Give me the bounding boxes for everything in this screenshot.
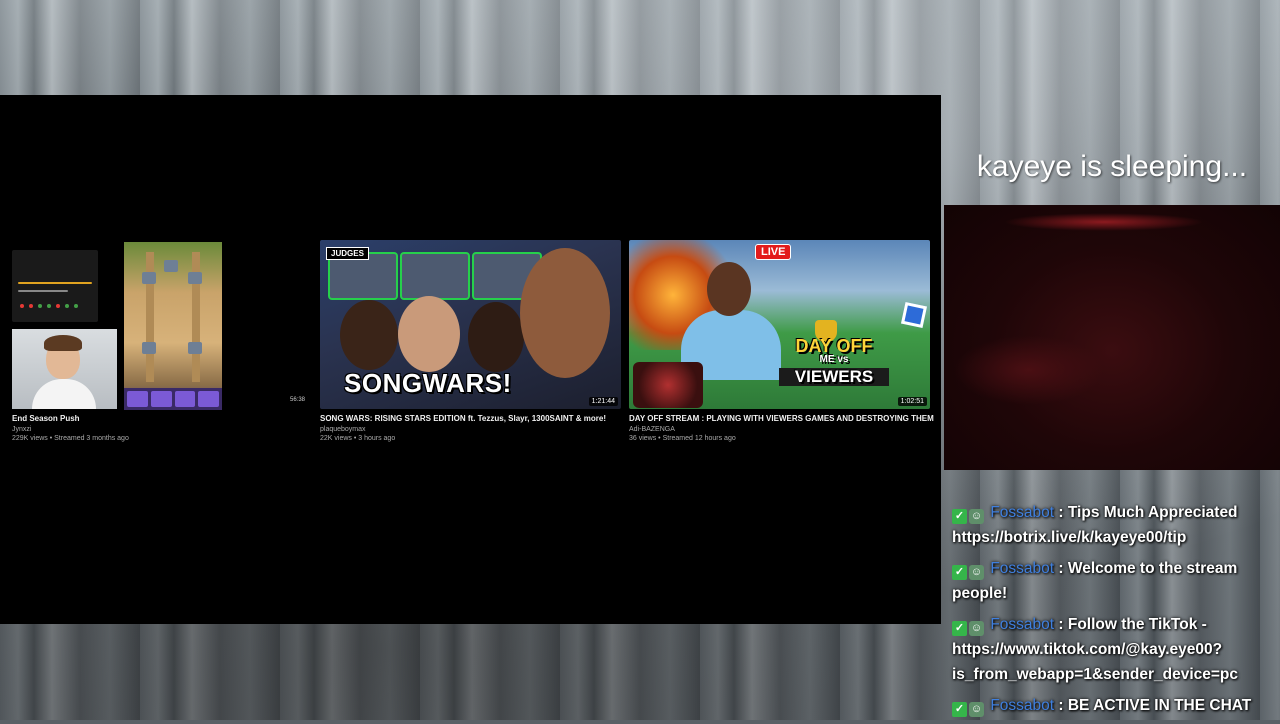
video-panel: 56:38 End Season Push Jynxzi 229K views … — [0, 95, 941, 624]
video-meta: 36 views • Streamed 12 hours ago — [629, 435, 736, 442]
bot-icon: ☺ — [969, 702, 984, 717]
chat-username[interactable]: Fossabot — [990, 504, 1054, 521]
webcam-feed — [944, 205, 1280, 470]
dayoff-text: DAY OFF — [795, 336, 873, 356]
mod-icon: ✓ — [952, 565, 967, 580]
video-thumbnail-3[interactable]: LIVE DAY OFF ME vs VIEWERS 1:02:51 — [629, 240, 930, 409]
mod-icon: ✓ — [952, 621, 967, 636]
game-screenshot — [124, 242, 222, 410]
chat-text: : BE ACTIVE IN THE CHAT — [1058, 697, 1252, 714]
video-meta: 229K views • Streamed 3 months ago — [12, 435, 129, 442]
chat-message: ✓ ☺ Fossabot : Welcome to the stream peop… — [952, 556, 1274, 606]
video-meta: 22K views • 3 hours ago — [320, 435, 396, 442]
streamer-facecam — [12, 329, 117, 409]
live-badge: LIVE — [755, 244, 792, 260]
video-duration: 1:02:51 — [897, 397, 927, 406]
chat-username[interactable]: Fossabot — [990, 616, 1054, 633]
channel-name[interactable]: Jynxzi — [12, 426, 31, 433]
channel-name[interactable]: plaqueboymax — [320, 426, 366, 433]
chat-message: ✓ ☺ Fossabot : Follow the TikTok - https:… — [952, 612, 1274, 687]
video-duration: 1:21:44 — [588, 397, 618, 406]
video-thumbnail-1[interactable] — [12, 242, 222, 410]
chat-message: ✓ ☺ Fossabot : Tips Much Appreciated http… — [952, 500, 1274, 550]
judges-label: JUDGES — [326, 247, 369, 260]
chat-username[interactable]: Fossabot — [990, 560, 1054, 577]
video-title[interactable]: SONG WARS: RISING STARS EDITION ft. Tezz… — [320, 414, 606, 423]
roblox-logo-icon — [900, 301, 928, 329]
video-title[interactable]: DAY OFF STREAM : PLAYING WITH VIEWERS GA… — [629, 414, 934, 423]
sleeping-status: kayeye is sleeping... — [976, 150, 1248, 183]
chat-username[interactable]: Fossabot — [990, 697, 1054, 714]
mod-icon: ✓ — [952, 702, 967, 717]
video-thumbnail-2[interactable]: JUDGES SONGWARS! 1:21:44 — [320, 240, 621, 409]
bot-icon: ☺ — [969, 565, 984, 580]
mod-icon: ✓ — [952, 509, 967, 524]
video-title[interactable]: End Season Push — [12, 414, 80, 423]
chat-message: ✓ ☺ Fossabot : BE ACTIVE IN THE CHAT — [952, 693, 1274, 718]
video-duration: 56:38 — [290, 397, 306, 403]
channel-name[interactable]: Adi-BAZENGA — [629, 426, 675, 433]
bot-icon: ☺ — [969, 509, 984, 524]
chat-overlay: ✓ ☺ Fossabot : Tips Much Appreciated http… — [952, 500, 1274, 724]
viewers-text: VIEWERS — [779, 368, 889, 386]
bot-icon: ☺ — [969, 621, 984, 636]
video-card-1[interactable]: 56:38 End Season Push Jynxzi 229K views … — [0, 95, 310, 455]
stats-overlay — [12, 250, 98, 322]
thumbnail-text: SONGWARS! — [344, 368, 512, 398]
